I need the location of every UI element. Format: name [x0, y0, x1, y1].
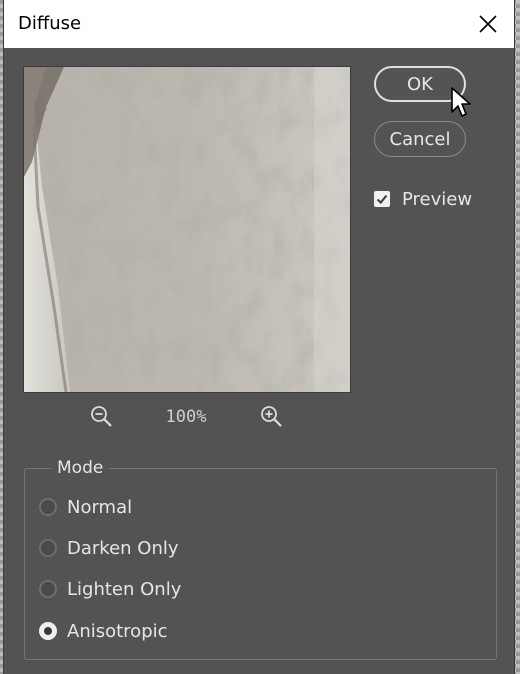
close-icon [479, 15, 497, 33]
mode-legend: Mode [51, 458, 110, 478]
mouse-pointer-icon [451, 87, 471, 117]
close-button[interactable] [470, 6, 506, 42]
mode-option-label: Lighten Only [67, 578, 182, 600]
checkbox-checked-icon [374, 191, 390, 207]
preview-image[interactable] [23, 66, 351, 393]
radio-selected-icon [39, 622, 57, 640]
mode-group: Mode Normal Darken Only Lighten Only Ani… [24, 458, 497, 660]
radio-unselected-icon [39, 580, 57, 598]
mode-option-anisotropic[interactable]: Anisotropic [39, 618, 168, 644]
preview-label: Preview [402, 188, 473, 210]
dialog-title: Diffuse [18, 13, 82, 34]
preview-texture [24, 67, 350, 392]
mode-option-lighten-only[interactable]: Lighten Only [39, 576, 181, 602]
zoom-in-button[interactable] [259, 404, 285, 430]
diffuse-dialog: Diffuse 100% OK Cancel Preview Mode Norm… [4, 0, 514, 674]
mode-option-label: Anisotropic [67, 620, 168, 642]
zoom-in-icon [261, 406, 282, 427]
zoom-out-icon [91, 406, 112, 427]
preview-checkbox[interactable]: Preview [374, 187, 472, 211]
cancel-button[interactable]: Cancel [374, 121, 466, 157]
radio-unselected-icon [39, 498, 57, 516]
zoom-level: 100% [165, 407, 207, 427]
radio-unselected-icon [39, 539, 57, 557]
mode-option-label: Darken Only [67, 537, 179, 559]
zoom-out-button[interactable] [89, 404, 115, 430]
mode-option-normal[interactable]: Normal [39, 494, 132, 520]
zoom-controls: 100% [23, 402, 349, 432]
title-bar[interactable]: Diffuse [4, 0, 514, 48]
mode-option-darken-only[interactable]: Darken Only [39, 535, 179, 561]
mode-option-label: Normal [67, 496, 133, 518]
